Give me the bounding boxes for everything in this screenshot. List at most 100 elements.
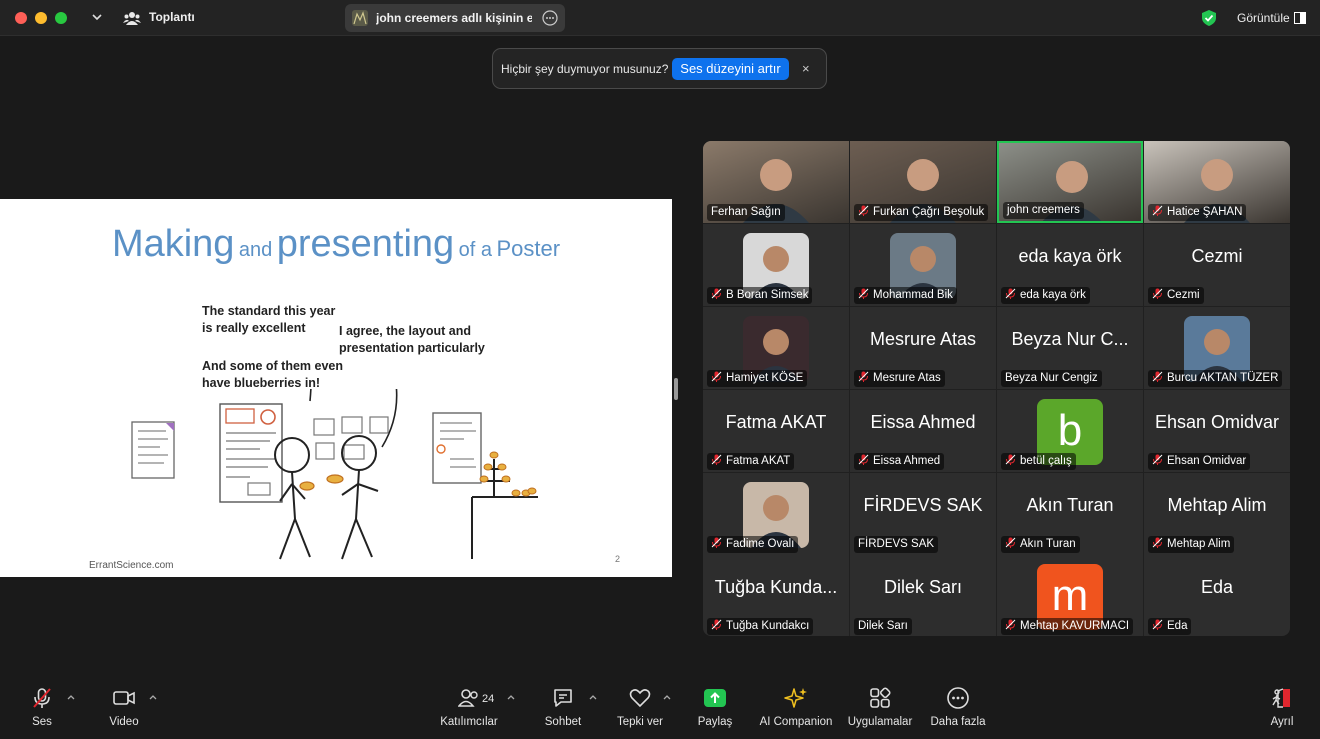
muted-mic-icon [711,288,722,299]
stick-figure-poster-cartoon [131,389,538,560]
close-window-button[interactable] [15,12,27,24]
view-button[interactable]: Görüntüle [1226,6,1312,30]
participant-name-label: Fadime Ovalı [707,536,799,553]
participant-name: Fadime Ovalı [726,538,795,550]
toast-close-button[interactable]: × [802,61,810,76]
participant-tile[interactable]: m Mehtap KAVURMACI [997,555,1143,636]
leave-door-icon [1272,688,1290,708]
muted-mic-icon [1152,454,1163,465]
video-button[interactable]: Video [104,686,144,728]
participant-name-label: Ehsan Omidvar [1148,453,1251,470]
participant-tile[interactable]: Mohammad Bik [850,224,996,306]
participant-name-label: Mohammad Bik [854,287,957,304]
video-label: Video [109,716,139,728]
participant-name-label: betül çalış [1001,453,1076,470]
participant-display-name: Mehtap Alim [1167,495,1267,515]
participant-name: Tuğba Kundakcı [726,620,810,632]
participant-name-label: Akın Turan [1001,536,1080,553]
participant-tile[interactable]: Fadime Ovalı [703,473,849,555]
participant-tile[interactable]: Burcu AKTAN TÜZER [1144,307,1290,389]
more-button[interactable]: Daha fazla [928,686,988,728]
react-options-caret-icon[interactable] [662,692,672,702]
video-options-caret-icon[interactable] [148,692,158,702]
participant-display-name: Eda [1200,577,1234,597]
ai-companion-button[interactable]: AI Companion [758,686,834,728]
leave-button[interactable]: Ayrıl [1264,686,1300,728]
participants-icon [458,689,478,707]
participant-name-label: eda kaya örk [1001,287,1090,304]
audio-button[interactable]: Ses [22,686,62,728]
participant-tile[interactable]: Furkan Çağrı Beşoluk [850,141,996,223]
muted-mic-icon [711,454,722,465]
audio-options-caret-icon[interactable] [66,692,76,702]
participant-name: Mesrure Atas [873,372,941,384]
participant-tile[interactable]: Dilek Sarı Dilek Sarı [850,555,996,636]
participant-name: betül çalış [1020,455,1072,467]
participant-tile[interactable]: b betül çalış [997,390,1143,472]
participant-name: Burcu AKTAN TÜZER [1167,372,1279,384]
participant-tile[interactable]: FİRDEVS SAK FİRDEVS SAK [850,473,996,555]
more-label: Daha fazla [930,716,986,728]
slide-page-number: 2 [615,554,621,564]
participant-name-label: FİRDEVS SAK [854,536,939,553]
meeting-toolbar: Ses Video Katılımcılar 24 Sohbet Tepki v… [0,672,1320,739]
more-options-icon[interactable] [542,10,558,26]
speech-bubble-3: And some of them even have blueberries i… [202,359,343,390]
participant-name-label: Eda [1148,618,1192,635]
split-view-resize-handle[interactable] [674,378,678,400]
apps-label: Uygulamalar [847,716,913,728]
participant-tile[interactable]: Eda Eda [1144,555,1290,636]
slide-title: Making and presenting of a Poster [111,223,561,265]
participant-tile[interactable]: Eissa Ahmed Eissa Ahmed [850,390,996,472]
react-button[interactable]: Tepki ver [614,686,666,728]
participant-tile[interactable]: Mesrure Atas Mesrure Atas [850,307,996,389]
participants-count: 24 [482,693,495,705]
muted-mic-icon [1005,454,1016,465]
grid-view-icon [1294,12,1306,24]
participant-tile[interactable]: Beyza Nur C... Beyza Nur Cengiz [997,307,1143,389]
participant-display-name: Beyza Nur C... [1011,329,1129,349]
participant-tile[interactable]: john creemers [997,141,1143,223]
participant-tile[interactable]: Tuğba Kunda... Tuğba Kundakcı [703,555,849,636]
muted-mic-icon [711,537,722,548]
participant-name: Beyza Nur Cengiz [1005,372,1098,384]
participant-name: Furkan Çağrı Beşoluk [873,206,985,218]
share-screen-button[interactable]: Paylaş [694,686,736,728]
participant-name: Cezmi [1167,289,1200,301]
participant-tile[interactable]: eda kaya örk eda kaya örk [997,224,1143,306]
speech-bubble-1: The standard this year is really excelle… [202,304,336,335]
participant-tile[interactable]: Cezmi Cezmi [1144,224,1290,306]
participant-display-name: Cezmi [1191,246,1243,266]
ai-companion-label: AI Companion [759,716,833,728]
increase-volume-button[interactable]: Ses düzeyini artır [672,58,789,80]
participant-tile[interactable]: Ehsan Omidvar Ehsan Omidvar [1144,390,1290,472]
muted-mic-icon [1152,371,1163,382]
apps-button[interactable]: Uygulamalar [846,686,914,728]
minimize-window-button[interactable] [35,12,47,24]
participant-name: Mehtap KAVURMACI [1020,620,1130,632]
chat-button[interactable]: Sohbet [540,686,586,728]
heart-icon [629,689,651,708]
participant-name: Hatice ŞAHAN [1167,206,1243,218]
screen-share-indicator[interactable]: john creemers adlı kişinin ekran [345,4,565,32]
participant-tile[interactable]: Akın Turan Akın Turan [997,473,1143,555]
participants-options-caret-icon[interactable] [506,692,516,702]
muted-mic-icon [1005,619,1016,630]
speech-bubble-2: I agree, the layout and presentation par… [339,324,485,355]
participant-tile[interactable]: Mehtap Alim Mehtap Alim [1144,473,1290,555]
participant-tile[interactable]: Ferhan Sağın [703,141,849,223]
muted-mic-icon [1152,619,1163,630]
zoom-meeting-window: Toplantı john creemers adlı kişinin ekra… [0,0,1320,739]
participant-tile[interactable]: Hatice ŞAHAN [1144,141,1290,223]
fullscreen-window-button[interactable] [55,12,67,24]
chat-options-caret-icon[interactable] [588,692,598,702]
participant-tile[interactable]: B Boran Simsek [703,224,849,306]
participant-name-label: Eissa Ahmed [854,453,945,470]
muted-mic-icon [711,371,722,382]
chat-bubble-icon [554,689,572,707]
encryption-shield-icon[interactable] [1200,9,1218,27]
chevron-down-icon[interactable] [90,10,104,24]
participant-tile[interactable]: Fatma AKAT Fatma AKAT [703,390,849,472]
participant-tile[interactable]: Hamiyet KÖSE [703,307,849,389]
participants-label: Katılımcılar [440,716,498,728]
